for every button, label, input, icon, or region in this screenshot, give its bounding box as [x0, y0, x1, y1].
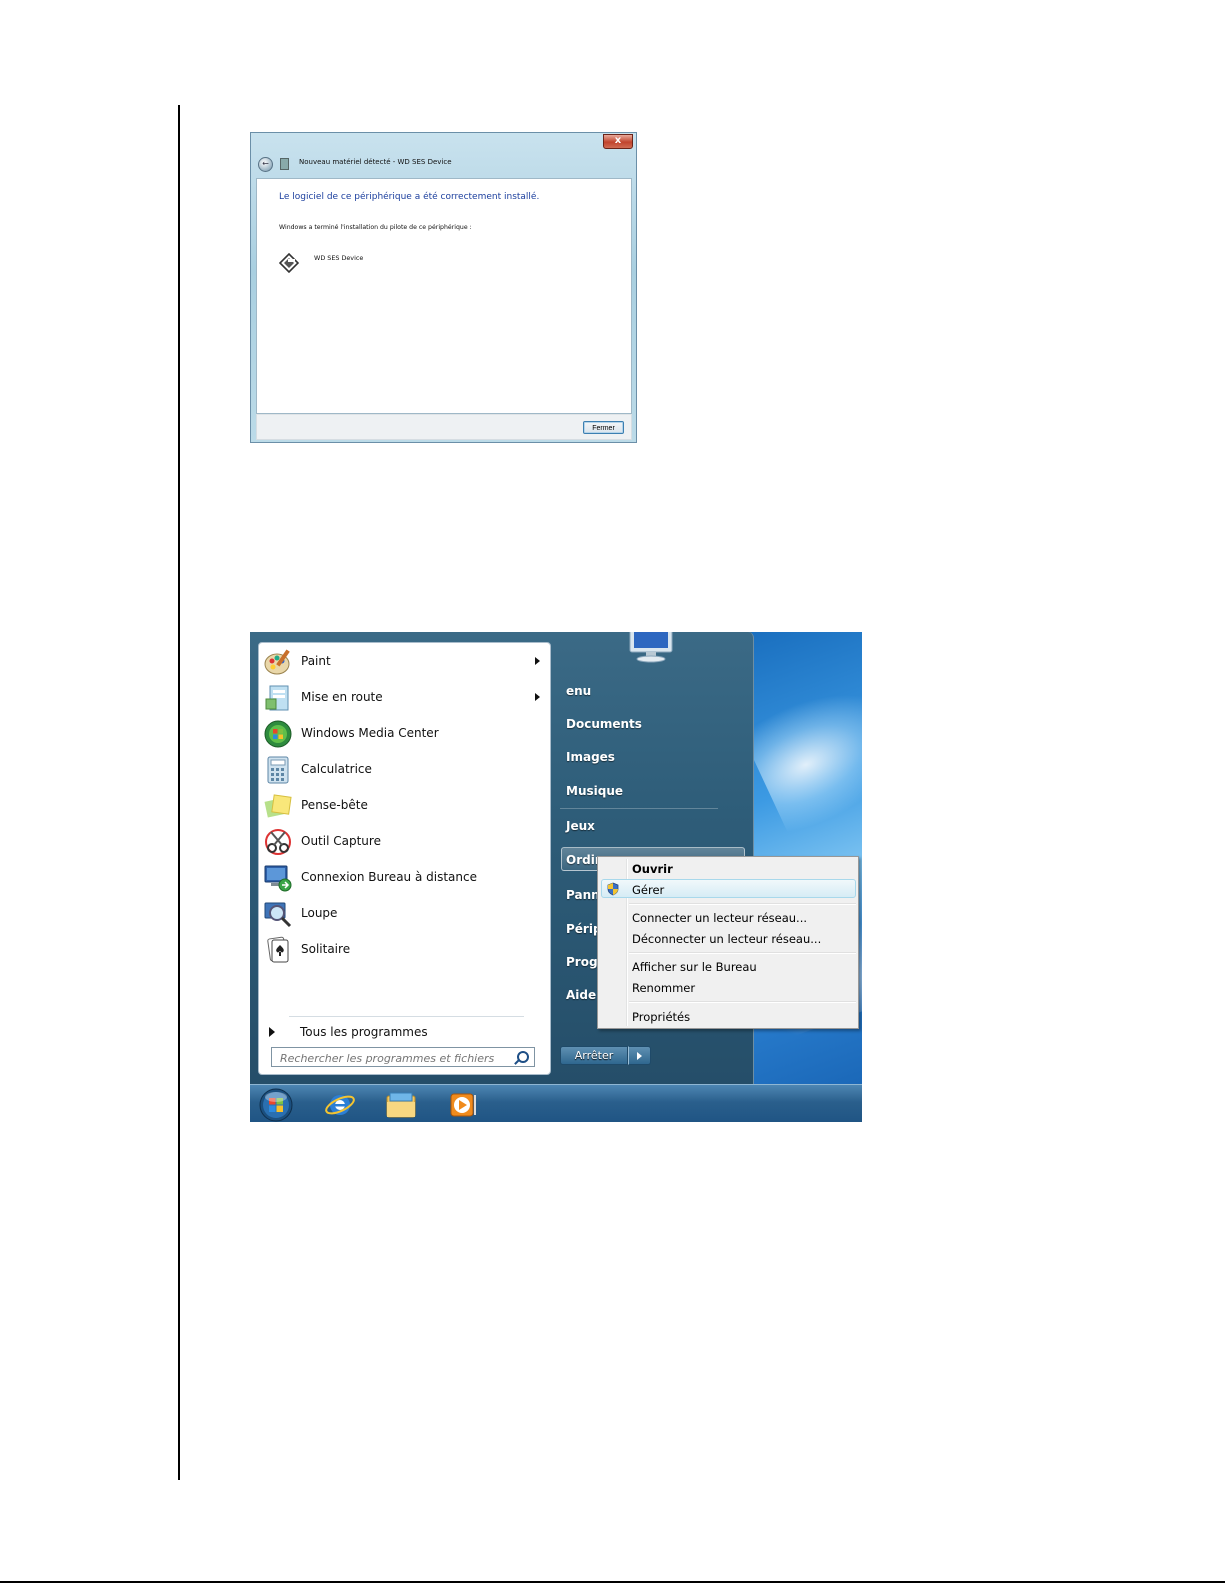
device-icon — [279, 253, 299, 273]
calculator-icon — [267, 756, 289, 784]
shutdown-options-button[interactable] — [628, 1046, 651, 1065]
right-item-documents[interactable]: Documents — [566, 717, 642, 731]
back-arrow-icon[interactable]: ← — [258, 157, 273, 172]
paint-icon — [264, 649, 290, 675]
hardware-icon — [280, 158, 289, 170]
context-item-manage[interactable]: Gérer — [632, 883, 664, 897]
context-item-show-desktop[interactable]: Afficher sur le Bureau — [632, 960, 757, 974]
taskbar — [250, 1084, 862, 1122]
start-orb-icon[interactable] — [257, 1088, 295, 1122]
sticky-notes-icon — [264, 794, 292, 818]
program-snipping-tool[interactable]: Outil Capture — [261, 825, 548, 859]
right-item-control-panel[interactable]: Pann — [566, 888, 600, 902]
context-item-open[interactable]: Ouvrir — [632, 862, 673, 876]
context-item-disconnect-drive[interactable]: Déconnecter un lecteur réseau... — [632, 932, 821, 946]
programs-separator — [289, 1016, 524, 1017]
computer-icon — [629, 632, 673, 663]
program-label: Calculatrice — [301, 762, 372, 776]
program-solitaire[interactable]: Solitaire — [261, 933, 548, 967]
program-label: Pense-bête — [301, 798, 368, 812]
program-label: Mise en route — [301, 690, 383, 704]
dialog-title: Nouveau matériel détecté - WD SES Device — [299, 158, 452, 166]
all-programs-label: Tous les programmes — [300, 1025, 428, 1039]
program-label: Connexion Bureau à distance — [301, 870, 477, 884]
program-label: Windows Media Center — [301, 726, 439, 740]
context-separator — [629, 1001, 856, 1003]
page-footer-rule — [0, 1581, 1225, 1583]
context-item-properties[interactable]: Propriétés — [632, 1010, 690, 1024]
getting-started-icon — [265, 685, 289, 711]
remote-desktop-icon — [264, 865, 292, 892]
dialog-close-button[interactable]: x — [603, 134, 633, 149]
search-icon[interactable] — [517, 1051, 529, 1063]
start-menu-screenshot: Paint Mise en route Windows Media Center… — [250, 632, 862, 1122]
solitaire-icon — [267, 936, 289, 963]
media-center-icon — [264, 720, 292, 748]
context-item-map-drive[interactable]: Connecter un lecteur réseau... — [632, 911, 807, 925]
internet-explorer-icon[interactable] — [324, 1091, 356, 1119]
context-separator — [629, 903, 856, 905]
dialog-body: Le logiciel de ce périphérique a été cor… — [256, 178, 632, 414]
right-item-music[interactable]: Musique — [566, 784, 623, 798]
program-paint[interactable]: Paint — [261, 645, 548, 679]
close-button[interactable]: Fermer — [583, 421, 624, 434]
program-media-center[interactable]: Windows Media Center — [261, 717, 548, 751]
page-margin-rule — [178, 105, 180, 1480]
uac-shield-icon — [607, 882, 619, 896]
right-item-menu[interactable]: enu — [566, 684, 591, 698]
right-separator — [560, 808, 718, 809]
shutdown-button[interactable]: Arrêter — [560, 1046, 628, 1065]
media-player-icon[interactable] — [447, 1091, 479, 1119]
windows-explorer-icon[interactable] — [385, 1091, 417, 1119]
program-label: Loupe — [301, 906, 338, 920]
dialog-heading: Le logiciel de ce périphérique a été cor… — [279, 192, 540, 202]
magnifier-icon — [264, 902, 292, 928]
all-programs-link[interactable]: Tous les programmes — [267, 1021, 537, 1043]
new-hardware-dialog: x ← Nouveau matériel détecté - WD SES De… — [250, 132, 637, 443]
context-item-rename[interactable]: Renommer — [632, 981, 695, 995]
dialog-subtext: Windows a terminé l'installation du pilo… — [279, 224, 472, 231]
program-sticky-notes[interactable]: Pense-bête — [261, 789, 548, 823]
program-label: Outil Capture — [301, 834, 381, 848]
program-getting-started[interactable]: Mise en route — [261, 681, 548, 715]
device-name: WD SES Device — [314, 254, 364, 262]
search-input[interactable] — [271, 1047, 535, 1067]
programs-panel: Paint Mise en route Windows Media Center… — [258, 642, 551, 1075]
program-label: Solitaire — [301, 942, 351, 956]
snipping-tool-icon — [265, 829, 291, 855]
right-item-games[interactable]: Jeux — [566, 819, 595, 833]
submenu-arrow-icon[interactable] — [535, 657, 540, 665]
context-menu: Ouvrir Gérer Connecter un lecteur réseau… — [597, 856, 859, 1029]
context-separator — [629, 952, 856, 954]
program-remote-desktop[interactable]: Connexion Bureau à distance — [261, 861, 548, 895]
submenu-arrow-icon[interactable] — [535, 693, 540, 701]
dialog-footer: Fermer — [256, 414, 632, 440]
program-magnifier[interactable]: Loupe — [261, 897, 548, 931]
program-label: Paint — [301, 654, 331, 668]
expand-arrow-icon — [269, 1027, 275, 1037]
right-item-images[interactable]: Images — [566, 750, 615, 764]
program-calculator[interactable]: Calculatrice — [261, 753, 548, 787]
